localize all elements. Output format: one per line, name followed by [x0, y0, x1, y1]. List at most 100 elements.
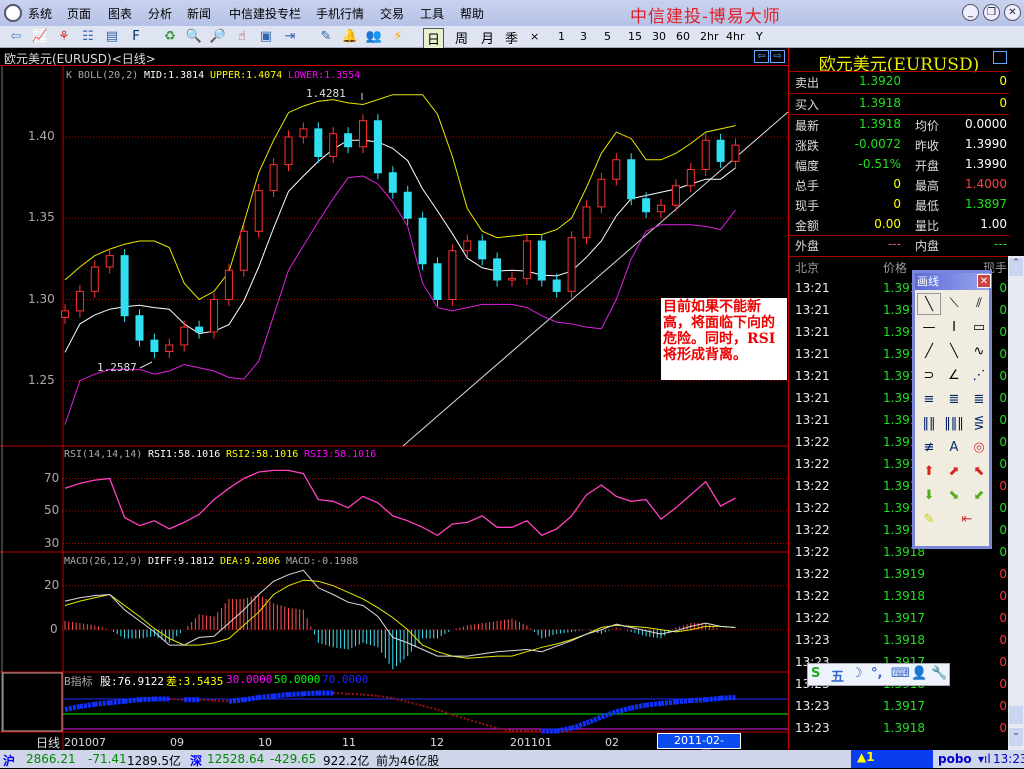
gann-icon[interactable]: ⋚ [967, 413, 991, 435]
b-line-segment [258, 693, 274, 700]
fib-cycle-icon[interactable]: ‖‖‖ [942, 413, 966, 435]
candle [582, 206, 591, 239]
segment-icon[interactable]: ⟍ [942, 293, 966, 315]
sogou-logo-icon[interactable]: S [811, 666, 820, 681]
label: 昨收 [915, 139, 940, 153]
maximize-panel-button[interactable] [993, 51, 1007, 64]
gann-fan-icon[interactable]: ≢ [917, 437, 941, 459]
close-button[interactable]: ✕ [1004, 4, 1021, 21]
trend-line [402, 111, 788, 447]
tick-volume: 0 [999, 281, 1007, 295]
label: 量比 [915, 219, 940, 233]
rectangle-icon[interactable]: ▭ [967, 317, 991, 339]
tick-time: 13:22 [795, 545, 830, 559]
settings-icon[interactable]: 🔧 [931, 666, 947, 681]
horizontal-icon[interactable]: — [917, 317, 941, 339]
rsi-tick: 30 [44, 535, 60, 550]
tick-volume: 0 [999, 369, 1007, 383]
percent-band-icon[interactable]: ≣ [967, 389, 991, 411]
ray-up-icon[interactable]: ╱ [917, 341, 941, 363]
tick-time: 13:21 [795, 325, 830, 339]
value: 1.3918 [859, 117, 901, 131]
half-width-icon[interactable]: ☽ [851, 666, 863, 681]
b-line-segment [348, 692, 364, 696]
arrow-down-icon[interactable]: ⬇ [917, 485, 941, 507]
date-tick: 12 [430, 736, 444, 749]
scroll-up-button[interactable]: ⌃ [1009, 258, 1023, 276]
b-panel-box [2, 672, 63, 732]
candle [597, 178, 606, 208]
vertical-icon[interactable]: I [942, 317, 966, 339]
arrow-down-right-icon[interactable]: ⬊ [942, 485, 966, 507]
eraser-icon[interactable]: ✎ [917, 509, 941, 531]
parallel-icon[interactable]: ⫽ [967, 293, 991, 315]
low-marker [139, 361, 153, 369]
candle [180, 326, 189, 346]
percent-icon[interactable]: ≣ [942, 389, 966, 411]
date-tick: 09 [170, 736, 184, 749]
tick-time: 13:22 [795, 589, 830, 603]
sell-row: 卖出 1.3920 0 [795, 74, 1009, 94]
fan-icon[interactable]: ⋰ [967, 365, 991, 387]
restore-button[interactable]: ❐ [983, 4, 1000, 21]
text-icon[interactable]: A [942, 437, 966, 459]
sine-icon[interactable]: ∿ [967, 341, 991, 363]
tick-volume: 0 [999, 611, 1007, 625]
b-line-segment [615, 705, 632, 715]
punctuation-icon[interactable]: °, [871, 666, 882, 681]
palette-close-button[interactable]: ✕ [977, 274, 991, 288]
date-tick: 10 [258, 736, 272, 749]
candle [224, 269, 233, 300]
angle-icon[interactable]: ∠ [942, 365, 966, 387]
text-annotation[interactable]: 目前如果不能新高，将面临下向的危险。同时，RSI将形成背离。 [661, 298, 787, 380]
b-70: 70.0000 [322, 673, 369, 686]
alert-indicator[interactable]: ▲1 [851, 750, 933, 768]
tick-time: 13:22 [795, 435, 830, 449]
tick-volume: 0 [999, 391, 1007, 405]
value: 0.00 [874, 217, 901, 231]
user-icon[interactable]: 👤 [911, 666, 927, 681]
tick-time: 13:23 [795, 721, 830, 735]
buy-price: 1.3918 [859, 96, 901, 110]
tick-time: 13:22 [795, 501, 830, 515]
minimize-button[interactable]: _ [962, 4, 979, 21]
value: 0 [893, 177, 901, 191]
keyboard-icon[interactable]: ⌨ [891, 666, 910, 681]
scroll-down-button[interactable]: ⌄ [1009, 728, 1023, 746]
boll-name: K BOLL(20,2) [66, 70, 139, 81]
candle [195, 326, 204, 333]
tick-volume: 0 [999, 567, 1007, 581]
arrow-up-icon[interactable]: ⬆ [917, 461, 941, 483]
candle [522, 240, 531, 279]
b-30: 30.0000 [226, 673, 273, 686]
circle-icon[interactable]: ◎ [967, 437, 991, 459]
ray-down-icon[interactable]: ╲ [942, 341, 966, 363]
candle [373, 120, 382, 174]
arc-icon[interactable]: ⊃ [917, 365, 941, 387]
fibonacci-icon[interactable]: ≡ [917, 389, 941, 411]
b-line-segment [94, 700, 110, 707]
delete-all-icon[interactable]: ⇤ [955, 509, 979, 531]
rsi3-value: RSI3:58.1016 [304, 449, 377, 460]
b-gu: 股:76.9122 [100, 675, 164, 688]
macd-tick: 0 [50, 621, 58, 636]
candle [478, 240, 487, 260]
b-line-segment [199, 698, 215, 702]
tick-time: 13:22 [795, 523, 830, 537]
arrow-down-left-icon[interactable]: ⬋ [967, 485, 991, 507]
b-line-segment [109, 698, 125, 706]
b-line-segment [377, 695, 393, 700]
candle [105, 255, 114, 268]
label: 幅度 [795, 159, 820, 173]
tick-scrollbar[interactable]: ⌃ ⌄ [1008, 256, 1024, 750]
line-icon[interactable]: ╲ [917, 293, 941, 315]
arrow-up-right-icon[interactable]: ⬈ [942, 461, 966, 483]
macd-value: MACD:-0.1988 [286, 556, 359, 567]
period-label: 日线 [36, 736, 61, 750]
diff-value: DIFF:9.1812 [148, 556, 215, 567]
cycle-icon[interactable]: ‖‖ [917, 413, 941, 435]
scroll-thumb[interactable] [1009, 706, 1023, 724]
wubi-mode-icon[interactable]: 五 [831, 666, 844, 685]
sz-index: 12528.64 [207, 752, 265, 766]
arrow-up-left-icon[interactable]: ⬉ [967, 461, 991, 483]
